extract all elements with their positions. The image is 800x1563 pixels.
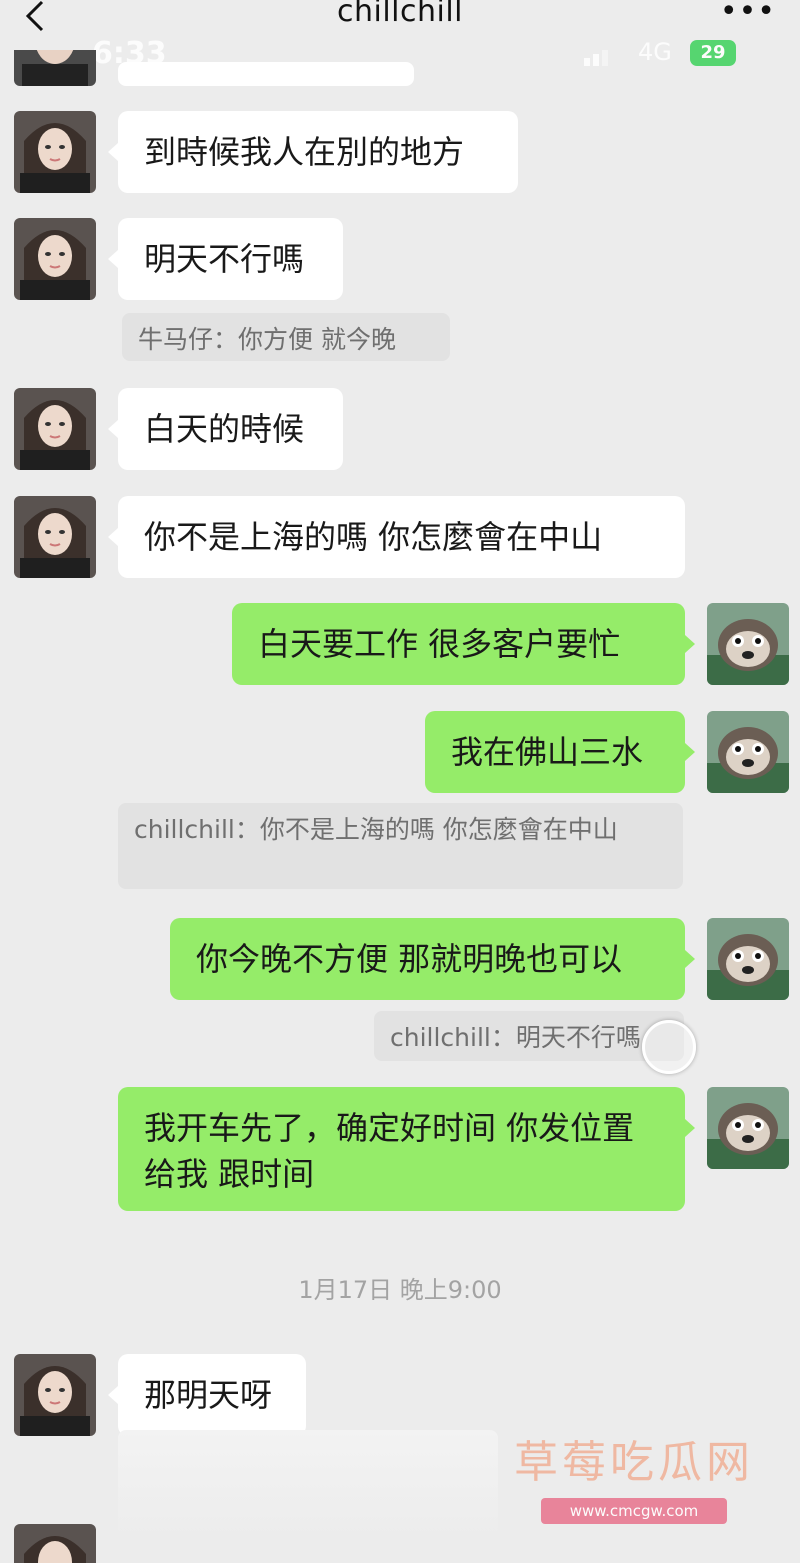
chat-title: chillchill [336, 0, 464, 29]
message-text: 白天要工作 很多客户要忙 [258, 625, 621, 663]
avatar[interactable] [14, 50, 96, 86]
bubble-tail [685, 1119, 695, 1137]
bubble-tail [108, 143, 118, 161]
avatar[interactable] [14, 218, 96, 300]
avatar[interactable] [14, 111, 96, 193]
contact-avatar-icon [14, 496, 96, 578]
bubble-tail [108, 528, 118, 546]
message-text: 我在佛山三水 [451, 733, 644, 771]
chat-timestamp: 1月17日 晚上9:00 [298, 1276, 502, 1304]
avatar[interactable] [707, 711, 789, 793]
quoted-reply[interactable]: 牛马仔：你方便 就今晚 [122, 313, 450, 361]
contact-avatar-icon [14, 218, 96, 300]
avatar[interactable] [14, 388, 96, 470]
message-bubble[interactable]: 你不是上海的嗎 你怎麼會在中山 [118, 496, 685, 578]
message-bubble[interactable]: 那明天呀 [118, 1354, 306, 1436]
message-text: 到時候我人在別的地方 [144, 133, 465, 171]
self-avatar-icon [707, 603, 789, 685]
message-text: 白天的時候 [144, 410, 305, 448]
avatar[interactable] [14, 496, 96, 578]
contact-avatar-icon [14, 388, 96, 470]
message-text: 我开车先了，确定好时间 你发位置给我 跟时间 [144, 1109, 635, 1193]
contact-avatar-icon [14, 1524, 96, 1563]
avatar[interactable] [707, 603, 789, 685]
contact-avatar-icon [14, 1354, 96, 1436]
bubble-tail [108, 250, 118, 268]
signal-icon [584, 50, 608, 66]
message-text: 那明天呀 [144, 1376, 273, 1414]
message-text: 明天不行嗎 [144, 240, 305, 278]
bubble-tail [685, 950, 695, 968]
contact-avatar-icon [14, 111, 96, 193]
message-bubble[interactable]: 你今晚不方便 那就明晚也可以 [170, 918, 685, 1000]
watermark-title: 草莓吃瓜网 [514, 1437, 754, 1488]
self-avatar-icon [707, 1087, 789, 1169]
quoted-reply[interactable]: chillchill：明天不行嗎 [374, 1011, 684, 1061]
message-bubble[interactable]: 白天要工作 很多客户要忙 [232, 603, 685, 685]
message-bubble [118, 62, 414, 86]
message-bubble[interactable]: 我开车先了，确定好时间 你发位置给我 跟时间 [118, 1087, 685, 1211]
avatar[interactable] [14, 1524, 96, 1563]
network-type: 4G [638, 38, 672, 66]
quote-text: 牛马仔：你方便 就今晚 [138, 325, 396, 354]
message-bubble[interactable]: 白天的時候 [118, 388, 343, 470]
watermark: 草莓吃瓜网 www.cmcgw.com [514, 1426, 754, 1524]
self-avatar-icon [707, 918, 789, 1000]
quoted-reply[interactable]: chillchill：你不是上海的嗎 你怎麼會在中山 [118, 803, 683, 889]
bubble-tail [685, 743, 695, 761]
quote-text: chillchill：明天不行嗎 [390, 1023, 641, 1052]
bubble-tail [108, 1386, 118, 1404]
message-bubble[interactable]: 到時候我人在別的地方 [118, 111, 518, 193]
message-text: 你不是上海的嗎 你怎麼會在中山 [144, 518, 603, 556]
message-text: 你今晚不方便 那就明晚也可以 [196, 940, 623, 978]
watermark-url: www.cmcgw.com [541, 1498, 727, 1524]
battery-icon: 29 [690, 40, 736, 66]
touch-indicator [642, 1020, 696, 1074]
avatar[interactable] [707, 1087, 789, 1169]
quote-text: chillchill：你不是上海的嗎 你怎麼會在中山 [134, 815, 618, 844]
bubble-tail [108, 420, 118, 438]
avatar[interactable] [14, 1354, 96, 1436]
blurred-area [118, 1430, 498, 1540]
message-bubble[interactable]: 明天不行嗎 [118, 218, 343, 300]
message-bubble[interactable]: 我在佛山三水 [425, 711, 685, 793]
more-options-button[interactable]: ••• [720, 0, 776, 29]
bubble-tail [685, 635, 695, 653]
avatar[interactable] [707, 918, 789, 1000]
self-avatar-icon [707, 711, 789, 793]
